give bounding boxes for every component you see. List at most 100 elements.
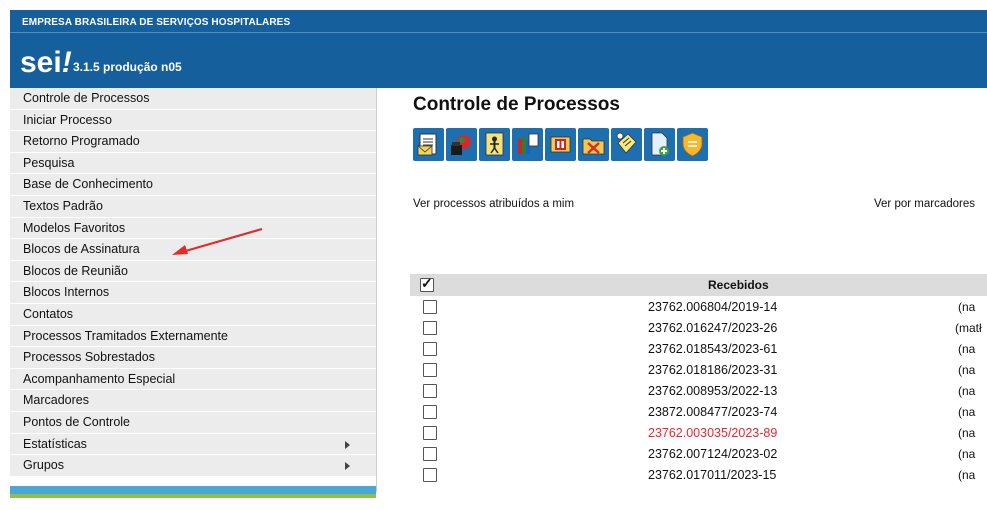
received-column-header: Recebidos	[708, 278, 769, 292]
table-row: 23762.006804/2019-14 (na	[410, 296, 987, 317]
row-extra-info: (matł	[955, 321, 982, 335]
process-number-link[interactable]: 23872.008477/2023-74	[648, 405, 777, 419]
annotation-icon[interactable]	[611, 128, 642, 161]
row-extra-info: (na	[958, 405, 976, 419]
organization-name: EMPRESA BRASILEIRA DE SERVIÇOS HOSPITALA…	[22, 17, 291, 28]
sei-logo[interactable]: sei!	[20, 48, 72, 78]
sidebar-item-label: Processos Sobrestados	[23, 350, 156, 365]
sidebar-item-blocos-de-reuniao[interactable]: Blocos de Reunião	[10, 260, 376, 283]
table-row: 23872.008477/2023-74 (na	[410, 401, 987, 422]
top-strip	[0, 0, 987, 10]
sidebar-item-label: Retorno Programado	[23, 134, 140, 149]
sidebar-item-label: Pontos de Controle	[23, 414, 131, 429]
process-number-link[interactable]: 23762.008953/2022-13	[648, 384, 777, 398]
row-checkbox[interactable]	[423, 321, 437, 335]
close-process-icon[interactable]	[578, 128, 609, 161]
sidebar-item-label: Grupos	[23, 458, 64, 473]
process-number-link[interactable]: 23762.007124/2023-02	[648, 447, 777, 461]
sidebar-item-processos-sobrestados[interactable]: Processos Sobrestados	[10, 347, 376, 369]
table-row: 23762.007124/2023-02 (na	[410, 443, 987, 464]
row-extra-info: (na	[958, 384, 976, 398]
sidebar-item-label: Blocos Internos	[23, 285, 110, 300]
sidebar-item-label: Pesquisa	[23, 155, 75, 170]
sidebar-item-label: Contatos	[23, 306, 74, 321]
sidebar-item-pontos-de-controle[interactable]: Pontos de Controle	[10, 411, 376, 434]
row-checkbox[interactable]	[423, 384, 437, 398]
logo-mark: !	[61, 46, 72, 79]
sidebar-item-label: Marcadores	[23, 393, 89, 408]
sidebar-item-processos-tramitados-externamente[interactable]: Processos Tramitados Externamente	[10, 325, 376, 348]
row-extra-info: (na	[958, 363, 976, 377]
row-checkbox[interactable]	[423, 426, 437, 440]
row-checkbox[interactable]	[423, 468, 437, 482]
submenu-arrow-icon	[345, 440, 350, 449]
table-row: 23762.018543/2023-61 (na	[410, 338, 987, 359]
row-extra-info: (na	[958, 300, 976, 314]
sidebar-item-iniciar-processo[interactable]: Iniciar Processo	[10, 109, 376, 132]
header-divider	[10, 32, 987, 33]
row-extra-info: (na	[958, 426, 976, 440]
sidebar-item-label: Base de Conhecimento	[23, 177, 153, 192]
app-header: EMPRESA BRASILEIRA DE SERVIÇOS HOSPITALA…	[10, 10, 987, 88]
sidebar-item-pesquisa[interactable]: Pesquisa	[10, 152, 376, 175]
sidebar-item-textos-padrao[interactable]: Textos Padrão	[10, 195, 376, 218]
sidebar-item-base-de-conhecimento[interactable]: Base de Conhecimento	[10, 174, 376, 196]
red-arrow-annotation	[172, 227, 263, 255]
sidebar-item-label: Controle de Processos	[23, 91, 150, 105]
page-title: Controle de Processos	[413, 94, 620, 115]
row-extra-info: (na	[958, 447, 976, 461]
sidebar-item-blocos-internos[interactable]: Blocos Internos	[10, 282, 376, 304]
sidebar-item-label: Processos Tramitados Externamente	[23, 328, 228, 343]
sidebar-item-label: Estatísticas	[23, 436, 87, 451]
documents-icon[interactable]	[512, 128, 543, 161]
sidebar-item-controle-de-processos[interactable]: Controle de Processos	[10, 88, 376, 110]
version-label: 3.1.5 produção n05	[73, 60, 182, 74]
sidebar-item-label: Acompanhamento Especial	[23, 371, 176, 386]
new-document-icon[interactable]	[413, 128, 444, 161]
sidebar-item-estatisticas[interactable]: Estatísticas	[10, 433, 376, 456]
sidebar-footer-bar	[10, 486, 376, 494]
row-extra-info: (na	[958, 342, 976, 356]
process-number-link[interactable]: 23762.006804/2019-14	[648, 300, 777, 314]
sidebar-item-label: Blocos de Assinatura	[23, 242, 140, 257]
row-checkbox[interactable]	[423, 363, 437, 377]
sobrestar-icon[interactable]	[545, 128, 576, 161]
security-icon[interactable]	[677, 128, 708, 161]
row-extra-info: (na	[958, 468, 976, 482]
table-row: 23762.003035/2023-89 (na	[410, 422, 987, 443]
sidebar-menu: Controle de Processos Iniciar Processo R…	[10, 88, 376, 477]
assigned-to-me-link[interactable]: Ver processos atribuídos a mim	[413, 198, 574, 210]
sidebar-item-contatos[interactable]: Contatos	[10, 303, 376, 326]
process-number-link[interactable]: 23762.017011/2023-15	[648, 468, 776, 482]
table-header: Recebidos	[410, 274, 987, 296]
process-number-link[interactable]: 23762.018186/2023-31	[648, 363, 777, 377]
process-number-link[interactable]: 23762.018543/2023-61	[648, 342, 777, 356]
main-content: Controle de Processos Ver processos atri…	[380, 88, 987, 510]
row-checkbox[interactable]	[423, 342, 437, 356]
sidebar-item-grupos[interactable]: Grupos	[10, 455, 376, 477]
process-number-link[interactable]: 23762.003035/2023-89	[648, 426, 777, 440]
sidebar-item-label: Blocos de Reunião	[23, 263, 128, 278]
sidebar-item-label: Iniciar Processo	[23, 112, 112, 127]
process-number-link[interactable]: 23762.016247/2023-26	[648, 321, 777, 335]
sidebar-item-label: Textos Padrão	[23, 198, 103, 213]
table-row: 23762.018186/2023-31 (na	[410, 359, 987, 380]
sidebar-item-acompanhamento-especial[interactable]: Acompanhamento Especial	[10, 368, 376, 391]
table-row: 23762.016247/2023-26 (matł	[410, 317, 987, 338]
select-all-checkbox[interactable]	[420, 275, 434, 292]
sidebar: Controle de Processos Iniciar Processo R…	[10, 88, 377, 498]
table-row: 23762.017011/2023-15 (na	[410, 464, 987, 485]
received-processes-table: Recebidos 23762.006804/2019-14 (na 23762…	[410, 274, 987, 485]
sidebar-item-label: Modelos Favoritos	[23, 220, 126, 235]
send-process-icon[interactable]	[446, 128, 477, 161]
row-checkbox[interactable]	[423, 405, 437, 419]
sidebar-item-marcadores[interactable]: Marcadores	[10, 390, 376, 412]
row-checkbox[interactable]	[423, 300, 437, 314]
row-checkbox[interactable]	[423, 447, 437, 461]
assign-icon[interactable]	[479, 128, 510, 161]
table-row: 23762.008953/2022-13 (na	[410, 380, 987, 401]
view-by-markers-link[interactable]: Ver por marcadores	[874, 198, 975, 210]
sidebar-item-retorno-programado[interactable]: Retorno Programado	[10, 131, 376, 153]
new-process-icon[interactable]	[644, 128, 675, 161]
sidebar-footer-accent	[10, 494, 376, 498]
